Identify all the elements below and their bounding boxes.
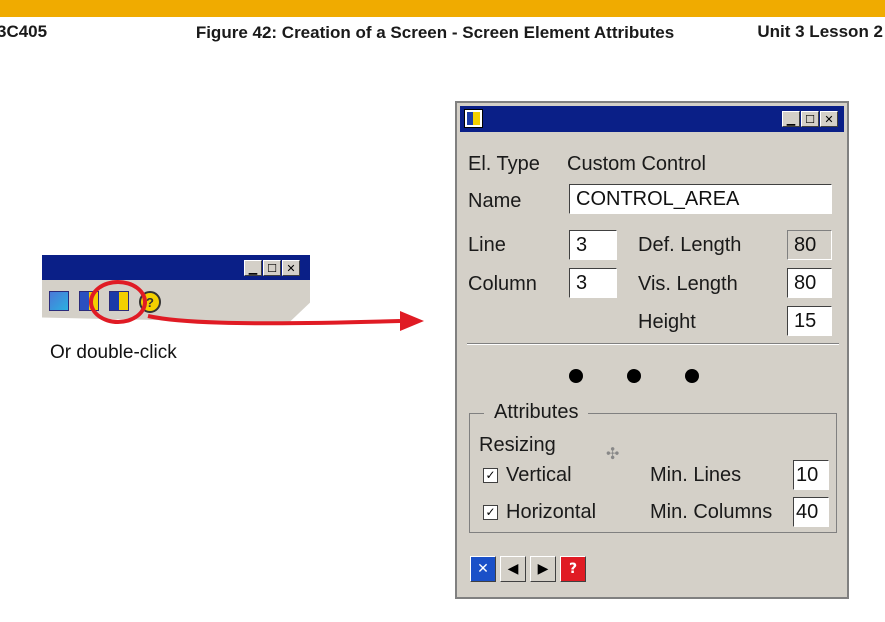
- window-icon: [464, 109, 483, 128]
- horizontal-label: Horizontal: [506, 501, 597, 523]
- horizontal-checkbox[interactable]: ✓: [483, 505, 498, 520]
- dialog-minimize-button[interactable]: ▁: [782, 111, 800, 127]
- resizing-label: Resizing: [479, 434, 556, 456]
- next-icon[interactable]: ▶: [530, 556, 556, 582]
- separator: [467, 343, 839, 345]
- el-type-value: Custom Control: [567, 153, 706, 175]
- previous-icon[interactable]: ◀: [500, 556, 526, 582]
- dialog-navigation-bar: ✕ ◀ ▶ ?: [470, 556, 586, 582]
- min-lines-label: Min. Lines: [650, 464, 742, 486]
- line-label: Line: [468, 234, 506, 256]
- height-label: Height: [638, 311, 696, 333]
- cancel-icon[interactable]: ✕: [470, 556, 496, 582]
- column-field[interactable]: 3: [569, 268, 617, 298]
- line-field[interactable]: 3: [569, 230, 617, 260]
- vertical-checkbox[interactable]: ✓: [483, 468, 498, 483]
- height-field[interactable]: 15: [787, 306, 832, 336]
- def-length-field: 80: [787, 230, 832, 260]
- min-columns-field[interactable]: 40: [793, 497, 829, 527]
- ellipsis-dot: [569, 369, 583, 383]
- vertical-label: Vertical: [506, 464, 572, 486]
- vis-length-field[interactable]: 80: [787, 268, 832, 298]
- element-attributes-dialog: ▁ ☐ ✕ El. Type Custom Control Name CONTR…: [455, 101, 849, 599]
- ellipsis-dot: [627, 369, 641, 383]
- dialog-maximize-button[interactable]: ☐: [801, 111, 819, 127]
- el-type-label: El. Type: [468, 153, 540, 175]
- double-click-caption: Or double-click: [50, 342, 177, 363]
- min-lines-field[interactable]: 10: [793, 460, 829, 490]
- help-icon[interactable]: ?: [560, 556, 586, 582]
- min-columns-label: Min. Columns: [650, 501, 773, 523]
- dialog-window-buttons: ▁ ☐ ✕: [782, 111, 838, 127]
- attributes-group-title: Attributes: [484, 401, 589, 424]
- name-label: Name: [468, 190, 522, 212]
- dialog-close-button[interactable]: ✕: [820, 111, 838, 127]
- column-label: Column: [468, 273, 537, 295]
- ellipsis-dot: [685, 369, 699, 383]
- def-length-label: Def. Length: [638, 234, 742, 256]
- name-field[interactable]: CONTROL_AREA: [569, 184, 832, 214]
- dialog-titlebar: ▁ ☐ ✕: [460, 106, 844, 132]
- mouse-cursor-icon: ✣: [606, 446, 620, 463]
- vis-length-label: Vis. Length: [638, 273, 738, 295]
